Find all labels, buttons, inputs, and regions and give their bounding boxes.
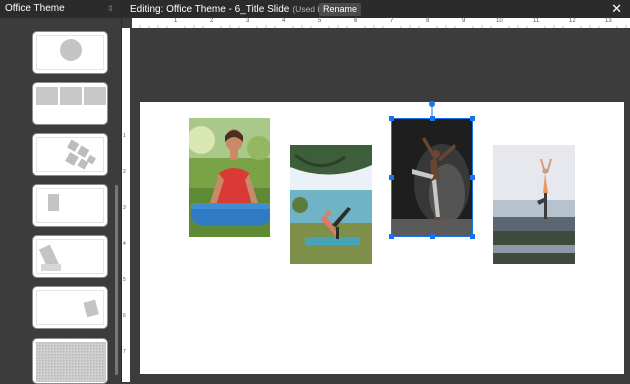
- ruler-label: 7: [390, 18, 394, 24]
- layout-thumbnail-diamonds[interactable]: [32, 133, 108, 176]
- ruler-label: 6: [123, 313, 126, 319]
- woman-yoga-mat-image: [189, 118, 270, 237]
- texture-placeholder-icon: [36, 342, 106, 382]
- selection-frame[interactable]: [391, 118, 473, 237]
- sidebar-scrollbar[interactable]: [115, 185, 118, 375]
- photo-yoga-beach-pose[interactable]: [290, 145, 372, 264]
- ruler-label: 7: [123, 349, 126, 355]
- resize-handle-top-left[interactable]: [389, 116, 394, 121]
- photo-yoga-tree-pose[interactable]: [493, 145, 575, 264]
- up-down-chevron-icon[interactable]: ⇳: [107, 0, 114, 18]
- theme-name: Office Theme: [5, 3, 65, 14]
- ruler-label: 13: [605, 18, 612, 24]
- diamonds-placeholder-icon: [65, 139, 96, 170]
- ruler-label: 1: [174, 18, 178, 24]
- photo-woman-yoga-mat[interactable]: [189, 118, 270, 237]
- resize-handle-bottom-right[interactable]: [470, 234, 475, 239]
- tilted-card-placeholder-icon: [83, 299, 99, 318]
- tilted-phone-placeholder-icon: [38, 244, 61, 271]
- ruler-label: 8: [426, 18, 430, 24]
- ruler-label: 6: [354, 18, 358, 24]
- ruler-label: 10: [496, 18, 503, 24]
- resize-handle-top-right[interactable]: [470, 116, 475, 121]
- yoga-beach-pose-image: [290, 145, 372, 264]
- resize-handle-left[interactable]: [389, 175, 394, 180]
- ruler-label: 4: [282, 18, 286, 24]
- close-icon[interactable]: ✕: [611, 0, 622, 18]
- ruler-label: 5: [123, 277, 126, 283]
- resize-handle-bottom-left[interactable]: [389, 234, 394, 239]
- resize-handle-bottom[interactable]: [430, 234, 435, 239]
- ruler-ticks: [139, 25, 627, 28]
- ruler-label: 3: [123, 205, 126, 211]
- layout-thumbnail-small-rect[interactable]: [32, 184, 108, 227]
- layout-thumbnail-tilted-phone[interactable]: [32, 235, 108, 278]
- ruler-label: 4: [123, 241, 126, 247]
- ruler-label: 11: [533, 18, 540, 24]
- layout-thumbnail-tilted-card[interactable]: [32, 286, 108, 329]
- layout-thumbnail-circle[interactable]: [32, 31, 108, 74]
- resize-handle-right[interactable]: [470, 175, 475, 180]
- layout-thumbnail-full-texture[interactable]: [32, 338, 108, 384]
- ruler-label: 3: [246, 18, 250, 24]
- rename-button[interactable]: Rename: [319, 3, 362, 16]
- layout-thumbnail-three-panels[interactable]: [32, 82, 108, 125]
- horizontal-ruler: 1 2 3 4 5 6 7 8 9 10 11 12 13: [132, 18, 630, 28]
- ruler-label: 12: [569, 18, 576, 24]
- layouts-sidebar: Office Theme ⇳: [0, 0, 121, 384]
- small-rect-placeholder-icon: [48, 194, 59, 211]
- ruler-label: 2: [210, 18, 214, 24]
- three-panels-placeholder-icon: [36, 87, 106, 105]
- ruler-label: 5: [318, 18, 322, 24]
- theme-selector[interactable]: Office Theme ⇳: [0, 0, 121, 18]
- ruler-label: 9: [462, 18, 466, 24]
- vertical-ruler: 1 2 3 4 5 6 7: [122, 28, 130, 382]
- layout-title: Editing: Office Theme - 6_Title Slide: [130, 4, 290, 15]
- ruler-label: 2: [123, 169, 126, 175]
- ruler-label: 1: [123, 133, 126, 139]
- editor-toolbar: Editing: Office Theme - 6_Title Slide (Us…: [122, 0, 630, 18]
- circle-placeholder-icon: [60, 39, 82, 61]
- resize-handle-top[interactable]: [430, 116, 435, 121]
- yoga-tree-pose-image: [493, 145, 575, 264]
